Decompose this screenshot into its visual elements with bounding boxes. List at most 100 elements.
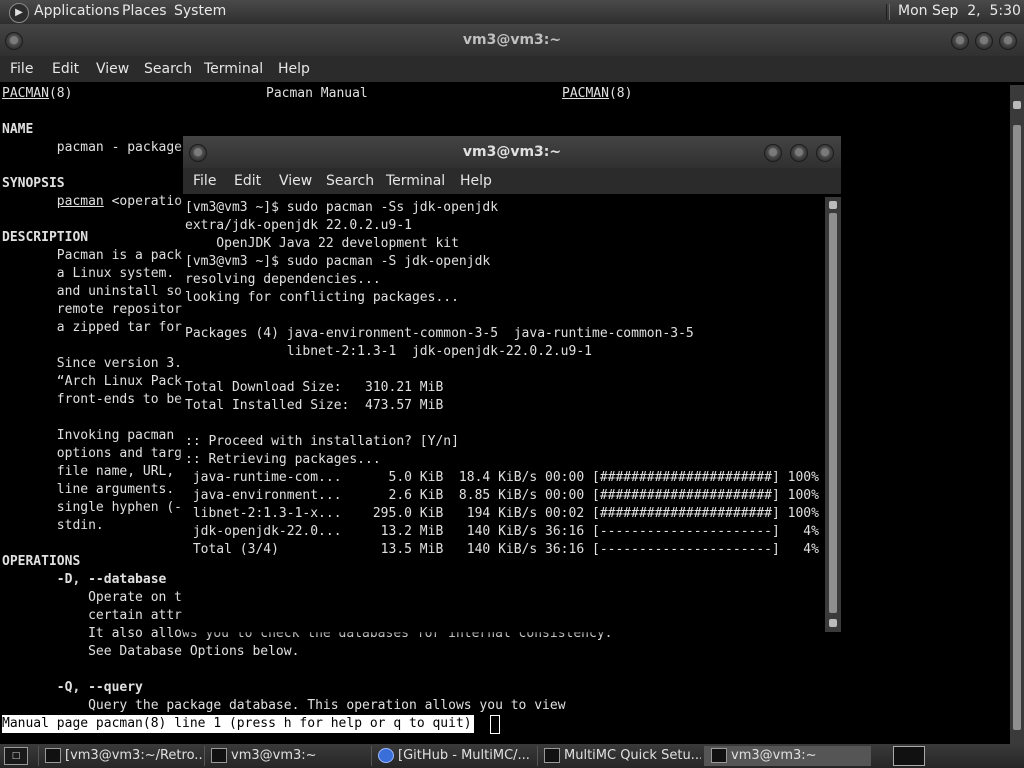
pager-status-line: Manual page pacman(8) line 1 (press h fo… xyxy=(2,715,474,733)
name-text: pacman - package xyxy=(2,140,183,155)
task-retro-terminal[interactable]: [vm3@vm3:~/Retro... xyxy=(38,746,202,766)
terminal-line: extra/jdk-openjdk 22.0.2.u9-1 xyxy=(185,218,412,233)
front-window-scrollbar[interactable] xyxy=(825,197,841,632)
terminal-line: :: Proceed with installation? [Y/n] xyxy=(185,434,459,449)
menu-search[interactable]: Search xyxy=(144,61,192,77)
minimize-button[interactable] xyxy=(764,144,782,162)
task-github-browser[interactable]: [GitHub - MultiMC/... xyxy=(371,746,535,766)
query-description: Query the package database. This operati… xyxy=(2,698,566,713)
terminal-line: OpenJDK Java 22 development kit xyxy=(185,236,459,251)
menu-search[interactable]: Search xyxy=(326,173,374,189)
description-line: file name, URL, xyxy=(2,464,175,479)
description-line: Pacman is a pack xyxy=(2,248,183,263)
window-menu-icon[interactable] xyxy=(189,144,207,162)
menu-file[interactable]: File xyxy=(10,61,33,77)
window-menu-icon[interactable] xyxy=(5,32,23,50)
description-line: “Arch Linux Pack xyxy=(2,374,183,389)
description-line: a Linux system. xyxy=(2,266,175,281)
menu-help[interactable]: Help xyxy=(278,61,310,77)
description-line: line arguments. xyxy=(2,482,175,497)
menu-view[interactable]: View xyxy=(96,61,129,77)
terminal-icon xyxy=(211,748,227,763)
terminal-line: jdk-openjdk-22.0... 13.2 MiB 140 KiB/s 3… xyxy=(185,524,819,539)
task-terminal-1[interactable]: vm3@vm3:~ xyxy=(204,746,369,766)
terminal-line: Packages (4) java-environment-common-3-5… xyxy=(185,326,694,341)
cursor xyxy=(490,715,500,734)
terminal-icon xyxy=(711,748,727,763)
database-line: See Database Options below. xyxy=(2,644,300,659)
terminal-icon xyxy=(45,748,61,763)
window-icon xyxy=(544,748,560,763)
top-panel: ▶ Applications Places System Mon Sep 2, … xyxy=(0,0,1024,24)
maximize-button[interactable] xyxy=(975,32,993,50)
terminal-line: looking for conflicting packages... xyxy=(185,290,459,305)
menu-system[interactable]: System xyxy=(174,3,226,19)
operations-heading: OPERATIONS xyxy=(2,554,81,569)
description-line: stdin. xyxy=(2,518,104,533)
description-line: front-ends to be xyxy=(2,392,183,407)
clock[interactable]: Mon Sep 2, 5:30 PM xyxy=(898,3,1024,19)
description-line: Invoking pacman xyxy=(2,428,175,443)
description-line: options and targ xyxy=(2,446,183,461)
terminal-line: java-environment... 2.6 KiB 8.85 KiB/s 0… xyxy=(185,488,819,503)
menu-view[interactable]: View xyxy=(279,173,312,189)
task-terminal-2[interactable]: vm3@vm3:~ xyxy=(704,746,871,766)
description-line: remote repositor xyxy=(2,302,183,317)
menu-edit[interactable]: Edit xyxy=(52,61,79,77)
terminal-line: libnet-2:1.3-1 jdk-openjdk-22.0.2.u9-1 xyxy=(185,344,592,359)
database-line: certain attr xyxy=(2,608,183,623)
maximize-button[interactable] xyxy=(790,144,808,162)
database-option: -D, --database xyxy=(2,572,167,587)
browser-icon xyxy=(378,748,394,763)
back-window-scrollbar[interactable] xyxy=(1010,85,1024,744)
terminal-line: [vm3@vm3 ~]$ sudo pacman -Ss jdk-openjdk xyxy=(185,200,499,215)
description-line: and uninstall so xyxy=(2,284,183,299)
panel-separator xyxy=(886,4,890,20)
task-multimc-setup[interactable]: MultiMC Quick Setu... xyxy=(537,746,701,766)
menu-applications[interactable]: Applications xyxy=(34,3,120,19)
description-line: single hyphen (- xyxy=(2,500,183,515)
menu-edit[interactable]: Edit xyxy=(234,173,261,189)
front-window-menubar: File Edit View Search Terminal Help xyxy=(183,168,841,194)
menu-terminal[interactable]: Terminal xyxy=(386,173,445,189)
close-button[interactable] xyxy=(999,32,1017,50)
workspace-switcher[interactable] xyxy=(893,746,925,766)
scroll-up-arrow[interactable] xyxy=(829,201,837,209)
scroll-thumb[interactable] xyxy=(1013,125,1021,730)
pacman-output[interactable]: [vm3@vm3 ~]$ sudo pacman -Ss jdk-openjdk… xyxy=(183,197,825,632)
scroll-thumb[interactable] xyxy=(829,213,837,613)
terminal-line: [vm3@vm3 ~]$ sudo pacman -S jdk-openjdk xyxy=(185,254,491,269)
scroll-up-arrow[interactable] xyxy=(1013,101,1021,109)
gnome-foot-icon[interactable]: ▶ xyxy=(9,3,29,23)
description-line: a zipped tar for xyxy=(2,320,183,335)
back-window-menubar: File Edit View Search Terminal Help xyxy=(0,56,1024,82)
front-window-title: vm3@vm3:~ xyxy=(462,144,562,160)
terminal-line: libnet-2:1.3-1-x... 295.0 KiB 194 KiB/s … xyxy=(185,506,819,521)
synopsis-heading: SYNOPSIS xyxy=(2,176,65,191)
menu-help[interactable]: Help xyxy=(460,173,492,189)
terminal-line: :: Retrieving packages... xyxy=(185,452,381,467)
database-line: Operate on t xyxy=(2,590,183,605)
show-desktop-icon[interactable]: □ xyxy=(4,747,28,765)
front-terminal-window: vm3@vm3:~ File Edit View Search Terminal… xyxy=(183,136,841,632)
terminal-line: resolving dependencies... xyxy=(185,272,381,287)
terminal-line: Total Installed Size: 473.57 MiB xyxy=(185,398,444,413)
back-window-title: vm3@vm3:~ xyxy=(462,32,562,48)
scroll-down-arrow[interactable] xyxy=(829,619,837,627)
menu-places[interactable]: Places xyxy=(122,3,167,19)
menu-terminal[interactable]: Terminal xyxy=(204,61,263,77)
close-button[interactable] xyxy=(816,144,834,162)
terminal-line: Total Download Size: 310.21 MiB xyxy=(185,380,444,395)
bottom-panel: □ [vm3@vm3:~/Retro... vm3@vm3:~ [GitHub … xyxy=(0,744,1024,768)
menu-file[interactable]: File xyxy=(193,173,216,189)
back-window-titlebar[interactable]: vm3@vm3:~ xyxy=(0,24,1024,56)
terminal-line: java-runtime-com... 5.0 KiB 18.4 KiB/s 0… xyxy=(185,470,819,485)
synopsis-text: pacman <operatio xyxy=(56,194,183,209)
description-line: Since version 3. xyxy=(2,356,183,371)
query-option: -Q, --query xyxy=(2,680,143,695)
description-heading: DESCRIPTION xyxy=(2,230,89,245)
minimize-button[interactable] xyxy=(951,32,969,50)
terminal-line: Total (3/4) 13.5 MiB 140 KiB/s 36:16 [--… xyxy=(185,542,819,557)
front-window-titlebar[interactable]: vm3@vm3:~ xyxy=(183,136,841,168)
name-heading: NAME xyxy=(2,122,34,137)
